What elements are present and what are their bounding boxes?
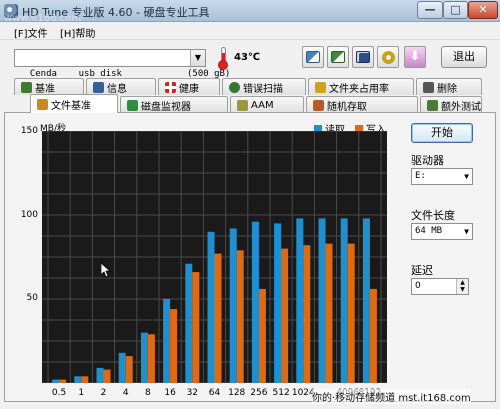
bar-read (296, 218, 304, 383)
bar-write (125, 356, 133, 383)
temperature-readout: 43℃ (234, 52, 261, 63)
exit-button[interactable]: 退出 (441, 46, 487, 68)
tab-benchmark[interactable]: 基准 (14, 78, 84, 95)
tab-extra-tests[interactable]: 额外测试 (420, 96, 482, 113)
bar-write (170, 309, 178, 383)
bar-write (258, 288, 266, 383)
bar-write (281, 248, 289, 383)
drive-label: 驱动器 (411, 154, 444, 167)
chart-y-tick: 100 (20, 210, 38, 220)
chevron-down-icon[interactable]: ▼ (464, 224, 469, 239)
drive-select[interactable]: Cenda usb disk (500 gB) ▼ (14, 49, 230, 79)
bar-read (52, 379, 60, 383)
file-benchmark-icon (37, 98, 48, 110)
bar-write (59, 379, 67, 383)
file-length-label: 文件长度 (411, 209, 455, 222)
bar-read (185, 263, 193, 383)
spin-down-icon[interactable]: ▼ (457, 286, 468, 293)
delay-stepper[interactable]: ▲ ▼ (456, 279, 468, 294)
tab-folder-usage[interactable]: 文件夹占用率 (308, 78, 414, 95)
bar-read (318, 218, 326, 383)
save-button[interactable] (352, 46, 374, 68)
error-scan-icon (229, 81, 240, 93)
folder-usage-icon (315, 81, 326, 93)
chart-y-tick: 50 (26, 293, 38, 303)
tab-erase[interactable]: 删除 (416, 78, 482, 95)
copy-screen-icon (331, 51, 345, 63)
watermark-top: www.it168.com (4, 13, 82, 24)
options-button[interactable] (377, 46, 399, 68)
menu-help[interactable]: [H]帮助 (60, 25, 95, 40)
save-icon (356, 51, 370, 63)
download-icon: ⬇ (409, 49, 421, 64)
disk-monitor-icon (127, 99, 138, 111)
bar-write (369, 288, 377, 383)
bar-read (340, 218, 348, 383)
copy-info-icon (306, 51, 320, 63)
bar-write (325, 243, 333, 383)
bar-read (140, 332, 148, 383)
bar-read (96, 367, 104, 383)
bar-read (274, 223, 282, 383)
chart-y-tick: 150 (20, 126, 38, 136)
health-icon (165, 81, 176, 93)
file-length-combo[interactable]: 64 MB ▼ (411, 223, 473, 240)
bar-write (214, 253, 222, 383)
menu-file[interactable]: [F]文件 (14, 25, 48, 40)
spin-up-icon[interactable]: ▲ (457, 279, 468, 286)
aam-icon (237, 99, 248, 111)
bar-read (251, 221, 259, 383)
bar-read (74, 376, 82, 383)
bar-write (192, 272, 200, 383)
copy-screen-button[interactable] (327, 46, 349, 68)
tab-random-access[interactable]: 随机存取 (306, 96, 418, 113)
bar-write (236, 250, 244, 383)
chart-area (42, 130, 387, 384)
bar-read (362, 218, 370, 383)
copy-info-button[interactable] (302, 46, 324, 68)
menu-bar: [F]文件 [H]帮助 (0, 22, 500, 40)
mouse-cursor-icon (101, 263, 111, 278)
bar-write (303, 245, 311, 383)
watermark-bottom: 你的·移动存储频道 mst.it168.com (312, 389, 471, 404)
bar-read (163, 299, 171, 383)
maximize-button[interactable]: □ (443, 1, 468, 19)
delay-label: 延迟 (411, 264, 433, 277)
tab-error-scan[interactable]: 错误扫描 (222, 78, 306, 95)
bar-write (81, 376, 89, 383)
bar-write (103, 369, 111, 383)
close-button[interactable]: ✕ (468, 1, 498, 19)
bar-read (118, 352, 126, 383)
benchmark-chart (42, 130, 387, 384)
bar-write (147, 334, 155, 383)
bar-read (207, 231, 215, 383)
bar-write (347, 243, 355, 383)
tab-aam[interactable]: AAM (230, 96, 304, 113)
chevron-down-icon[interactable]: ▼ (464, 169, 469, 184)
chevron-down-icon[interactable]: ▼ (190, 50, 205, 66)
erase-icon (423, 81, 434, 93)
download-button[interactable]: ⬇ (404, 46, 426, 68)
thermometer-icon (218, 47, 228, 70)
benchmark-icon (21, 81, 32, 93)
bar-read (229, 228, 237, 383)
tab-info[interactable]: 信息 (86, 78, 156, 95)
start-button[interactable]: 开始 (411, 123, 473, 143)
extra-tests-icon (427, 99, 438, 111)
info-icon (93, 81, 104, 93)
tab-disk-monitor[interactable]: 磁盘监视器 (120, 96, 228, 113)
drive-combo[interactable]: E: ▼ (411, 168, 473, 185)
random-access-icon (313, 99, 324, 111)
delay-spinner[interactable]: 0 ▲ ▼ (411, 278, 469, 295)
tab-file-benchmark[interactable]: 文件基准 (30, 94, 118, 113)
tab-health[interactable]: 健康 (158, 78, 220, 95)
minimize-button[interactable]: — (417, 1, 443, 19)
options-icon (381, 50, 395, 64)
